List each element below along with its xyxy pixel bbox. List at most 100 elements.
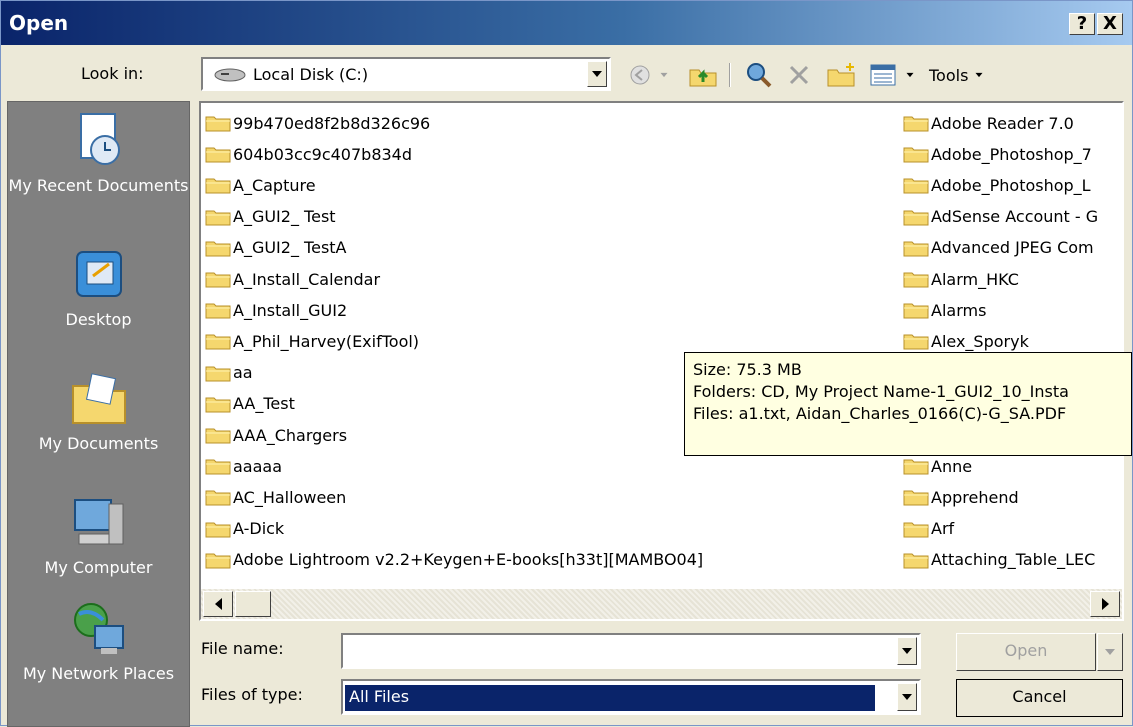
chevron-down-icon	[902, 648, 912, 654]
folder-item[interactable]: aa	[205, 361, 253, 385]
new-folder-button[interactable]	[821, 59, 861, 91]
folder-item[interactable]: 604b03cc9c407b834d	[205, 142, 412, 166]
back-button[interactable]	[621, 59, 659, 91]
folder-item[interactable]: aaaaa	[205, 454, 282, 478]
search-web-button[interactable]	[739, 59, 779, 91]
folder-name: Adobe_Photoshop_7	[931, 144, 1092, 164]
folder-item[interactable]: Apprehend	[903, 485, 1019, 509]
close-button[interactable]: X	[1097, 13, 1123, 35]
folder-name: Anne	[931, 456, 973, 476]
folder-name: aaaaa	[233, 456, 283, 476]
file-type-combo[interactable]: All Files	[341, 679, 921, 715]
folder-name: Adobe Lightroom v2.2+Keygen+E-books[h33t…	[233, 550, 704, 570]
folder-item[interactable]: A_Install_GUI2	[205, 298, 347, 322]
place-desktop[interactable]: Desktop	[8, 246, 189, 331]
tooltip-files: Files: a1.txt, Aidan_Charles_0166(C)-G_S…	[693, 404, 1067, 423]
folder-item[interactable]: AC_Halloween	[205, 485, 346, 509]
place-recent-documents[interactable]: My Recent Documents	[8, 110, 189, 197]
folder-item[interactable]: AAA_Chargers	[205, 423, 347, 447]
network-places-icon	[73, 603, 124, 654]
window-title: Open	[9, 11, 69, 35]
back-dropdown[interactable]	[657, 59, 671, 91]
folder-item[interactable]: A_GUI2_ TestA	[205, 236, 347, 260]
folder-icon	[205, 522, 231, 538]
folder-item[interactable]: A_Capture	[205, 173, 316, 197]
folder-name: A_GUI2_ Test	[233, 207, 336, 227]
up-folder-icon	[689, 69, 717, 87]
cancel-button[interactable]: Cancel	[956, 679, 1123, 717]
folder-item[interactable]: Adobe_Photoshop_7	[903, 142, 1092, 166]
open-dialog: Open ? X Look in: Local Disk (C:) Tools …	[0, 0, 1133, 727]
chevron-down-icon	[906, 72, 914, 78]
folder-item[interactable]: A_Install_Calendar	[205, 267, 380, 291]
folder-item[interactable]: 99b470ed8f2b8d326c96	[205, 111, 430, 135]
folder-item[interactable]: Anne	[903, 454, 972, 478]
folder-name: Adobe Reader 7.0	[931, 113, 1074, 133]
file-name-dropdown-button[interactable]	[897, 637, 917, 665]
folder-item[interactable]: Arf	[903, 517, 954, 541]
place-my-computer[interactable]: My Computer	[8, 494, 189, 579]
folder-name: Alarms	[931, 300, 987, 320]
back-arrow-icon	[630, 65, 650, 85]
folder-name: A_Phil_Harvey(ExifTool)	[233, 331, 420, 351]
file-type-label: Files of type:	[201, 685, 303, 704]
folder-item[interactable]: AA_Test	[205, 392, 295, 416]
folder-item[interactable]: Advanced JPEG Com	[903, 236, 1094, 260]
folder-icon	[903, 522, 929, 538]
scroll-left-icon	[214, 598, 222, 610]
file-type-dropdown-button[interactable]	[897, 683, 917, 711]
folder-item[interactable]: Alex_Sporyk	[903, 329, 1029, 353]
folder-icon	[205, 366, 231, 382]
delete-button[interactable]	[781, 59, 817, 91]
folder-icon	[205, 553, 231, 569]
look-in-value: Local Disk (C:)	[253, 65, 369, 84]
folder-icon	[903, 147, 929, 163]
file-name-combo[interactable]	[341, 633, 921, 669]
folder-name: Alarm_HKC	[931, 269, 1019, 289]
place-label: My Network Places	[22, 664, 175, 683]
folder-item[interactable]: A_Phil_Harvey(ExifTool)	[205, 329, 419, 353]
horizontal-scrollbar[interactable]	[201, 589, 1122, 619]
places-bar: My Recent Documents Desktop My Documents…	[7, 101, 190, 727]
help-button[interactable]: ?	[1069, 13, 1095, 35]
chevron-down-icon	[902, 694, 912, 700]
folder-item[interactable]: Attaching_Table_LEC	[903, 548, 1095, 572]
folder-item[interactable]: Adobe_Photoshop_L	[903, 173, 1091, 197]
folder-icon	[205, 397, 231, 413]
title-bar[interactable]: Open ? X	[1, 1, 1132, 45]
views-icon	[870, 64, 896, 86]
folder-name: 604b03cc9c407b834d	[233, 144, 413, 164]
folder-name: AA_Test	[233, 394, 295, 414]
up-folder-button[interactable]	[683, 59, 723, 91]
place-network[interactable]: My Network Places	[8, 600, 189, 685]
views-button[interactable]	[865, 59, 901, 91]
folder-icon	[903, 303, 929, 319]
place-my-documents[interactable]: My Documents	[8, 370, 189, 455]
folder-icon	[903, 490, 929, 506]
scroll-right-button[interactable]	[1090, 591, 1120, 617]
folder-icon	[205, 147, 231, 163]
chevron-down-icon	[660, 72, 668, 78]
folder-icon	[205, 303, 231, 319]
folder-item[interactable]: Alarm_HKC	[903, 267, 1019, 291]
folder-item[interactable]: Adobe Lightroom v2.2+Keygen+E-books[h33t…	[205, 548, 703, 572]
folder-icon	[205, 241, 231, 257]
folder-item[interactable]: Adobe Reader 7.0	[903, 111, 1074, 135]
open-options-button[interactable]	[1097, 633, 1123, 671]
scroll-right-icon	[1101, 598, 1109, 610]
tools-menu-button[interactable]: Tools	[929, 59, 1001, 91]
folder-item[interactable]: A-Dick	[205, 517, 284, 541]
folder-item[interactable]: A_GUI2_ Test	[205, 205, 336, 229]
look-in-dropdown-button[interactable]	[587, 61, 607, 87]
views-dropdown[interactable]	[903, 59, 917, 91]
scroll-left-button[interactable]	[203, 591, 233, 617]
scroll-thumb[interactable]	[235, 591, 271, 617]
folder-name: A_Install_Calendar	[233, 269, 381, 289]
folder-icon	[903, 334, 929, 350]
open-button[interactable]: Open	[956, 633, 1096, 671]
folder-name: Adobe_Photoshop_L	[931, 175, 1091, 195]
look-in-combo[interactable]: Local Disk (C:)	[201, 57, 611, 91]
folder-item[interactable]: Alarms	[903, 298, 986, 322]
look-in-label: Look in:	[81, 64, 144, 83]
folder-item[interactable]: AdSense Account - G	[903, 205, 1098, 229]
